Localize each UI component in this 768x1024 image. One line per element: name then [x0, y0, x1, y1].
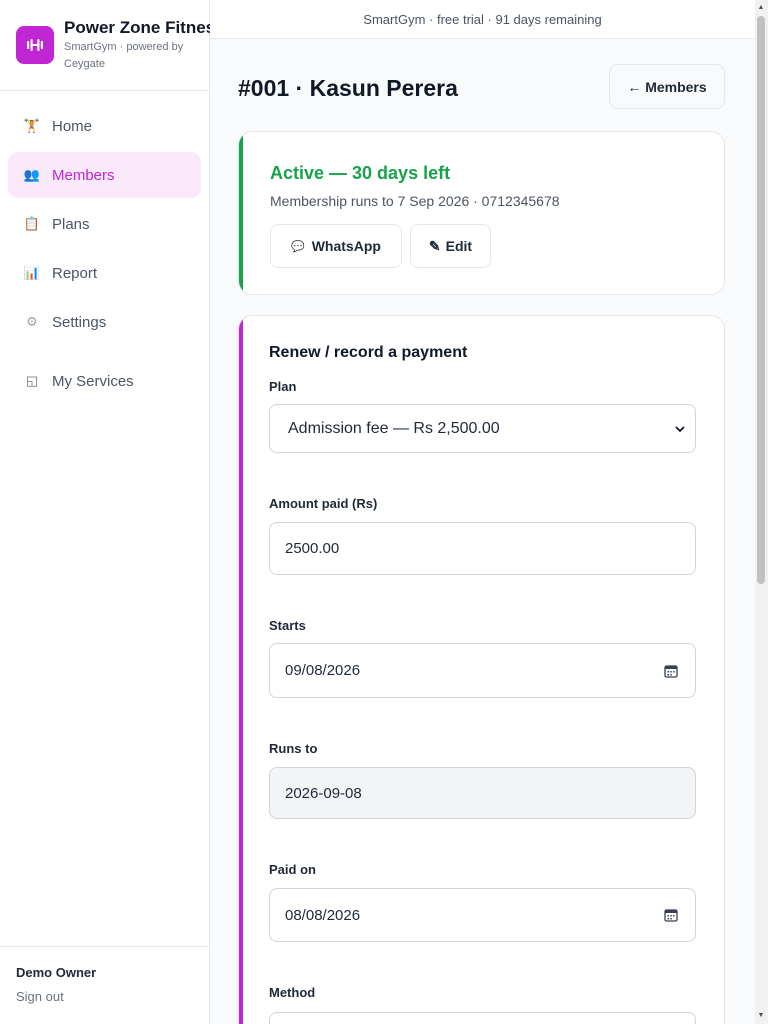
dumbbell-icon: [16, 26, 54, 64]
sidebar-item-home[interactable]: 🏋 Home: [8, 103, 201, 149]
sidebar-item-my-services[interactable]: ◱ My Services: [8, 358, 201, 404]
pencil-icon: ✎: [428, 237, 441, 254]
sidebar-item-settings[interactable]: ⚙ Settings: [8, 299, 201, 345]
status-title: Active — 30 days left: [270, 163, 451, 183]
sign-out-link[interactable]: Sign out: [16, 989, 193, 1004]
edit-button[interactable]: ✎ Edit: [409, 224, 492, 268]
method-label: Method: [269, 985, 316, 1000]
amount-input[interactable]: 2500.00: [269, 522, 696, 575]
payment-title: Renew / record a payment: [269, 344, 468, 361]
sidebar-item-label: Settings: [52, 313, 107, 331]
chevron-down-icon: [675, 422, 685, 436]
back-to-members-button[interactable]: ← Members: [609, 64, 725, 109]
home-icon: 🏋: [23, 118, 41, 133]
membership-status-card: Active — 30 days left Membership runs to…: [238, 131, 725, 295]
scroll-down-arrow-icon[interactable]: ▼: [757, 1011, 765, 1021]
sidebar-item-label: Members: [52, 166, 115, 184]
sidebar-item-report[interactable]: 📊 Report: [8, 250, 201, 296]
sidebar-footer: Demo Owner Sign out: [0, 946, 209, 1024]
paid-on-date-value: 08/08/2026: [285, 906, 361, 924]
starts-date-value: 09/08/2026: [285, 662, 361, 679]
sidebar-item-label: My Services: [52, 372, 134, 390]
trial-banner: SmartGym · free trial · 91 days remainin…: [210, 0, 755, 39]
method-select[interactable]: [269, 1012, 696, 1024]
calendar-icon[interactable]: [664, 908, 678, 922]
scroll-up-arrow-icon[interactable]: ▲: [757, 3, 765, 13]
sidebar-item-plans[interactable]: 📋 Plans: [8, 201, 201, 247]
status-subtitle: Membership runs to 7 Sep 2026 · 07123456…: [270, 193, 560, 209]
services-icon: ◱: [25, 373, 39, 388]
whatsapp-label: WhatsApp: [311, 238, 381, 254]
page-header: #001 · Kasun Perera ← Members: [210, 39, 755, 131]
sidebar: Power Zone Fitness SmartGym · powered by…: [0, 0, 225, 1024]
brand-subtitle: SmartGym · powered by Ceygate: [64, 41, 184, 70]
brand-name: Power Zone Fitness: [64, 18, 225, 37]
sidebar-item-label: Plans: [52, 215, 90, 233]
sidebar-nav: 🏋 Home 👥 Members 📋 Plans 📊 Report ⚙ Sett…: [0, 91, 209, 404]
sidebar-item-label: Report: [52, 264, 98, 282]
scrollbar[interactable]: ▲ ▼: [755, 0, 768, 1024]
scrollbar-thumb[interactable]: [757, 16, 765, 584]
members-icon: 👥: [23, 167, 41, 182]
whatsapp-button[interactable]: 💬 WhatsApp: [270, 224, 402, 268]
brand: Power Zone Fitness SmartGym · powered by…: [0, 0, 225, 91]
sidebar-item-label: Home: [52, 117, 93, 135]
plan-select-value: Admission fee — Rs 2,500.00: [288, 419, 500, 437]
runs-to-label: Runs to: [269, 741, 318, 756]
paid-on-date-input[interactable]: 08/08/2026: [269, 888, 696, 942]
gear-icon: ⚙: [26, 314, 38, 329]
plan-select[interactable]: Admission fee — Rs 2,500.00: [269, 404, 696, 453]
amount-label: Amount paid (Rs): [269, 496, 378, 511]
starts-label: Starts: [269, 618, 306, 633]
sidebar-item-members[interactable]: 👥 Members: [8, 152, 201, 198]
edit-label: Edit: [445, 238, 473, 254]
owner-name: Demo Owner: [16, 965, 97, 980]
main-content: SmartGym · free trial · 91 days remainin…: [210, 0, 755, 1024]
payment-card: Renew / record a payment Plan Admission …: [238, 315, 725, 1024]
speech-bubble-icon: 💬: [291, 240, 305, 253]
clipboard-icon: 📋: [23, 216, 41, 231]
page-title: #001 · Kasun Perera: [238, 75, 458, 101]
starts-date-input[interactable]: 09/08/2026: [269, 643, 696, 698]
paid-on-label: Paid on: [269, 862, 316, 877]
runs-to-field: 2026-09-08: [269, 767, 696, 819]
plan-label: Plan: [269, 379, 297, 394]
calendar-icon[interactable]: [664, 664, 678, 678]
chart-icon: 📊: [23, 265, 41, 280]
